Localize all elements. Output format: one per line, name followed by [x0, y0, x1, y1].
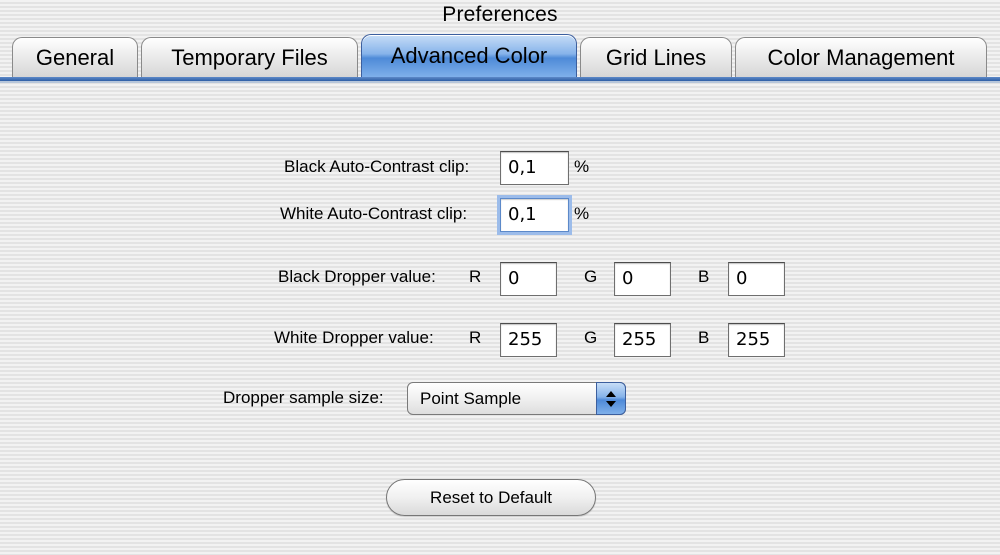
- white-auto-contrast-input[interactable]: 0,1: [500, 198, 569, 232]
- sample-size-value: Point Sample: [420, 389, 522, 408]
- black-auto-contrast-label: Black Auto-Contrast clip:: [284, 157, 470, 176]
- white-dropper-label: White Dropper value:: [274, 328, 434, 347]
- white-dropper-r-input[interactable]: 255: [500, 323, 557, 357]
- white-auto-contrast-label: White Auto-Contrast clip:: [280, 204, 468, 223]
- tab-bar: General Temporary Files Advanced Color G…: [0, 33, 1000, 89]
- tab-temporary-files[interactable]: Temporary Files: [141, 37, 358, 77]
- window-title: Preferences: [442, 3, 558, 26]
- white-dropper-b-input[interactable]: 255: [728, 323, 785, 357]
- white-auto-contrast-unit: %: [574, 204, 590, 223]
- black-dropper-label: Black Dropper value:: [278, 267, 436, 286]
- white-dropper-r-label: R: [469, 328, 482, 347]
- black-dropper-r-label: R: [469, 267, 482, 286]
- arrow-down-icon: [606, 401, 616, 407]
- white-dropper-g-input[interactable]: 255: [614, 323, 671, 357]
- tab-divider-shadow: [0, 81, 1000, 83]
- white-dropper-g-label: G: [584, 328, 598, 347]
- black-dropper-g-input[interactable]: 0: [614, 262, 671, 296]
- sample-size-select[interactable]: Point Sample: [407, 382, 626, 415]
- black-auto-contrast-unit: %: [574, 157, 590, 176]
- select-arrows-icon: [596, 382, 626, 415]
- tab-general[interactable]: General: [12, 37, 138, 77]
- sample-size-label: Dropper sample size:: [223, 388, 384, 407]
- black-dropper-r-input[interactable]: 0: [500, 262, 557, 296]
- black-auto-contrast-input[interactable]: 0,1: [500, 151, 569, 185]
- tab-color-management[interactable]: Color Management: [735, 37, 987, 77]
- black-dropper-g-label: G: [584, 267, 598, 286]
- tab-grid-lines[interactable]: Grid Lines: [580, 37, 732, 77]
- white-dropper-b-label: B: [698, 328, 710, 347]
- black-dropper-b-label: B: [698, 267, 710, 286]
- black-dropper-b-input[interactable]: 0: [728, 262, 785, 296]
- tab-advanced-color[interactable]: Advanced Color: [361, 34, 577, 77]
- arrow-up-icon: [606, 391, 616, 397]
- reset-to-default-button[interactable]: Reset to Default: [386, 479, 596, 516]
